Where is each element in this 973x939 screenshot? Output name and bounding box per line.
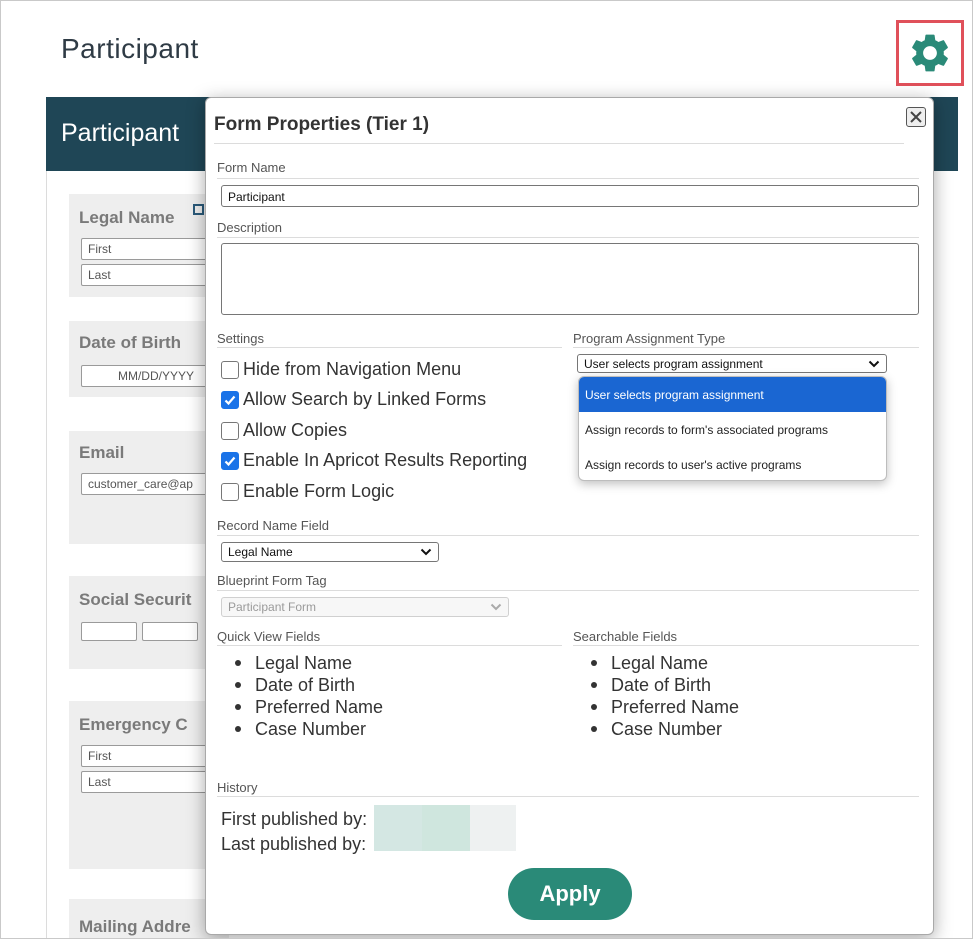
record-name-select[interactable]: Legal Name [221,542,439,562]
checkbox-checked[interactable] [221,451,239,470]
divider [573,645,919,646]
apply-button[interactable]: Apply [508,868,632,920]
checkmark-icon [224,395,236,405]
page-title: Participant [61,33,199,64]
blueprint-tag-select: Participant Form [221,597,509,617]
ssn-label: Social Securit [79,590,192,609]
setting-results-reporting[interactable]: Enable In Apricot Results Reporting [221,450,527,471]
searchable-fields-label: Searchable Fields [573,629,678,644]
form-header-title: Participant [61,119,180,147]
quick-view-label: Quick View Fields [217,629,321,644]
divider [217,645,562,646]
form-settings-button[interactable] [896,20,964,86]
setting-label: Enable In Apricot Results Reporting [243,450,528,470]
title-divider [214,143,904,144]
list-item: Case Number [582,718,739,740]
setting-label: Hide from Navigation Menu [243,359,462,379]
field-link-icon[interactable] [193,204,204,215]
checkbox-unchecked[interactable] [221,482,239,501]
list-item: Date of Birth [226,674,383,696]
quick-view-list: Legal Name Date of Birth Preferred Name … [226,652,383,740]
setting-label: Allow Search by Linked Forms [243,389,487,409]
setting-form-logic[interactable]: Enable Form Logic [221,481,394,502]
redacted-name [422,805,470,851]
redacted-name [374,805,422,851]
divider [217,796,919,797]
chevron-down-icon [420,548,432,556]
mailing-address-label: Mailing Addre [79,917,191,936]
close-button[interactable] [906,107,926,127]
setting-allow-copies[interactable]: Allow Copies [221,420,347,441]
blueprint-tag-value: Participant Form [228,600,317,614]
email-label: Email [79,443,125,462]
dob-label: Date of Birth [79,333,181,352]
app-frame: Participant Participant Legal Name First… [0,0,973,939]
divider [217,237,919,238]
ssn-part-1-input[interactable] [81,622,137,641]
chevron-down-icon [868,360,880,367]
checkbox-unchecked[interactable] [221,421,239,440]
list-item: Legal Name [582,652,739,674]
setting-label: Allow Copies [243,420,348,440]
description-label: Description [217,220,283,235]
close-icon [910,111,922,123]
record-name-value: Legal Name [228,545,293,559]
legal-name-label: Legal Name [79,208,175,227]
checkbox-unchecked[interactable] [221,360,239,379]
chevron-down-icon [490,603,502,611]
dropdown-option[interactable]: Assign records to user's active programs [579,447,886,480]
description-textarea[interactable] [221,243,919,315]
dropdown-option-selected[interactable]: User selects program assignment [579,377,886,412]
setting-allow-search-linked[interactable]: Allow Search by Linked Forms [221,389,486,410]
divider [217,535,919,536]
emergency-contact-label: Emergency C [79,715,188,734]
checkbox-checked[interactable] [221,390,239,409]
program-assignment-select[interactable]: User selects program assignment [577,354,887,373]
settings-label: Settings [217,331,264,346]
ssn-part-2-input[interactable] [142,622,198,641]
setting-label: Enable Form Logic [243,481,395,501]
last-published-label: Last published by: [221,834,367,854]
form-name-input[interactable]: Participant [221,185,919,207]
list-item: Preferred Name [582,696,739,718]
form-name-label: Form Name [217,160,286,175]
checkmark-icon [224,456,236,466]
history-label: History [217,780,258,795]
program-assignment-value: User selects program assignment [584,356,763,371]
record-name-label: Record Name Field [217,518,329,533]
program-assignment-label: Program Assignment Type [573,331,726,346]
dropdown-option[interactable]: Assign records to form's associated prog… [579,412,886,447]
first-published-label: First published by: [221,809,368,829]
searchable-fields-list: Legal Name Date of Birth Preferred Name … [582,652,739,740]
setting-hide-nav[interactable]: Hide from Navigation Menu [221,359,461,380]
dialog-title: Form Properties (Tier 1) [214,114,430,135]
list-item: Legal Name [226,652,383,674]
divider [573,347,919,348]
list-item: Case Number [226,718,383,740]
divider [217,178,919,179]
program-assignment-dropdown: User selects program assignment Assign r… [578,376,887,481]
redacted-name [470,805,516,851]
form-properties-dialog: Form Properties (Tier 1) Form Name Parti… [205,97,934,935]
list-item: Preferred Name [226,696,383,718]
blueprint-tag-label: Blueprint Form Tag [217,573,327,588]
divider [217,347,562,348]
gear-icon [912,34,948,72]
list-item: Date of Birth [582,674,739,696]
divider [217,590,919,591]
